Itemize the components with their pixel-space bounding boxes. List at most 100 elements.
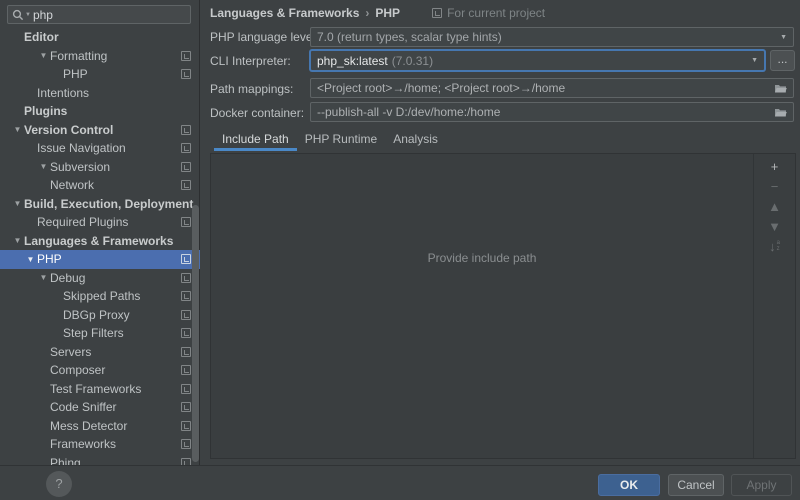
- expand-arrow-icon[interactable]: ▼: [37, 273, 50, 282]
- sidebar-item-label: Step Filters: [63, 326, 124, 340]
- sidebar-item-label: Phing: [50, 456, 81, 465]
- sidebar-item-network[interactable]: Network: [0, 176, 200, 195]
- sidebar-item-servers[interactable]: Servers: [0, 343, 200, 362]
- sidebar-item-label: DBGp Proxy: [63, 308, 130, 322]
- docker-container-value: --publish-all -v D:/dev/home:/home: [317, 105, 500, 119]
- expand-arrow-icon[interactable]: ▼: [37, 51, 50, 60]
- cli-interpreter-browse-button[interactable]: ...: [770, 50, 795, 71]
- sidebar-item-dbgp-proxy[interactable]: DBGp Proxy: [0, 306, 200, 325]
- sidebar-scrollbar-thumb[interactable]: [192, 205, 199, 462]
- expand-arrow-icon[interactable]: ▼: [24, 255, 37, 264]
- sidebar-item-label: Mess Detector: [50, 419, 127, 433]
- project-setting-icon: [181, 328, 191, 338]
- cli-interpreter-combobox[interactable]: php_sk:latest (7.0.31) ▼: [310, 50, 765, 71]
- sidebar-item-step-filters[interactable]: Step Filters: [0, 324, 200, 343]
- sidebar-item-intentions[interactable]: Intentions: [0, 84, 200, 103]
- project-setting-icon: [181, 439, 191, 449]
- include-path-panel: Provide include path +−▲▼↓az: [210, 153, 796, 459]
- sidebar-item-languages-frameworks[interactable]: ▼Languages & Frameworks: [0, 232, 200, 251]
- sidebar-item-issue-navigation[interactable]: Issue Navigation: [0, 139, 200, 158]
- include-path-toolbar: +−▲▼↓az: [753, 154, 795, 458]
- sidebar-item-label: Build, Execution, Deployment: [24, 197, 193, 211]
- docker-container-field[interactable]: --publish-all -v D:/dev/home:/home: [310, 102, 794, 122]
- path-mappings-label: Path mappings:: [210, 82, 293, 96]
- sidebar-item-formatting[interactable]: ▼Formatting: [0, 47, 200, 66]
- apply-button[interactable]: Apply: [731, 474, 792, 496]
- sidebar-item-composer[interactable]: Composer: [0, 361, 200, 380]
- help-button[interactable]: ?: [46, 471, 72, 497]
- sidebar-item-frameworks[interactable]: Frameworks: [0, 435, 200, 454]
- cli-interpreter-value: php_sk:latest: [317, 54, 388, 68]
- language-level-label: PHP language level:: [210, 30, 319, 44]
- project-setting-icon: [181, 402, 191, 412]
- sidebar-item-php[interactable]: PHP: [0, 65, 200, 84]
- breadcrumb-separator: ›: [365, 6, 369, 20]
- sidebar-item-label: Languages & Frameworks: [24, 234, 173, 248]
- tab-php-runtime[interactable]: PHP Runtime: [297, 130, 385, 151]
- sidebar-item-test-frameworks[interactable]: Test Frameworks: [0, 380, 200, 399]
- project-setting-icon: [181, 254, 191, 264]
- project-setting-icon: [181, 347, 191, 357]
- project-setting-icon: [181, 69, 191, 79]
- chevron-down-icon[interactable]: ▼: [780, 34, 787, 41]
- expand-arrow-icon[interactable]: ▼: [11, 199, 24, 208]
- sidebar-item-code-sniffer[interactable]: Code Sniffer: [0, 398, 200, 417]
- sidebar-item-label: Network: [50, 178, 94, 192]
- sidebar-item-mess-detector[interactable]: Mess Detector: [0, 417, 200, 436]
- expand-arrow-icon[interactable]: ▼: [11, 236, 24, 245]
- breadcrumb-php[interactable]: PHP: [375, 6, 400, 20]
- language-level-value: 7.0 (return types, scalar type hints): [317, 30, 502, 44]
- folder-browse-icon[interactable]: [774, 83, 787, 94]
- sidebar-item-phing[interactable]: Phing: [0, 454, 200, 466]
- sidebar-item-version-control[interactable]: ▼Version Control: [0, 121, 200, 140]
- path-mappings-field[interactable]: <Project root>→/home; <Project root>→/ho…: [310, 78, 794, 98]
- folder-browse-icon[interactable]: [774, 107, 787, 118]
- remove-button[interactable]: −: [764, 176, 786, 196]
- project-setting-icon: [181, 365, 191, 375]
- breadcrumb: Languages & Frameworks › PHP For current…: [210, 6, 545, 20]
- cli-interpreter-version: (7.0.31): [392, 54, 433, 68]
- sidebar-item-label: Editor: [24, 30, 59, 44]
- sidebar-item-label: Code Sniffer: [50, 400, 117, 414]
- breadcrumb-languages-frameworks[interactable]: Languages & Frameworks: [210, 6, 359, 20]
- sidebar-item-label: Formatting: [50, 49, 107, 63]
- sidebar-item-label: Version Control: [24, 123, 113, 137]
- dialog-footer: ? OK Cancel Apply: [0, 465, 800, 500]
- project-setting-icon: [181, 143, 191, 153]
- cli-interpreter-label: CLI Interpreter:: [210, 54, 291, 68]
- language-level-combobox[interactable]: 7.0 (return types, scalar type hints) ▼: [310, 27, 794, 47]
- project-setting-icon: [181, 217, 191, 227]
- settings-search-box[interactable]: ▼: [7, 5, 191, 24]
- project-setting-icon: [181, 291, 191, 301]
- sidebar-item-debug[interactable]: ▼Debug: [0, 269, 200, 288]
- settings-search-input[interactable]: [31, 8, 190, 22]
- sidebar-item-editor[interactable]: Editor: [0, 28, 200, 47]
- sidebar-item-label: Subversion: [50, 160, 110, 174]
- sidebar-item-label: Composer: [50, 363, 105, 377]
- docker-container-label: Docker container:: [210, 106, 304, 120]
- tab-analysis[interactable]: Analysis: [385, 130, 446, 151]
- cancel-button[interactable]: Cancel: [668, 474, 724, 496]
- sidebar-item-label: Skipped Paths: [63, 289, 140, 303]
- include-path-list[interactable]: Provide include path: [211, 154, 753, 458]
- expand-arrow-icon[interactable]: ▼: [11, 125, 24, 134]
- sidebar-item-subversion[interactable]: ▼Subversion: [0, 158, 200, 177]
- expand-arrow-icon[interactable]: ▼: [37, 162, 50, 171]
- sidebar-item-php[interactable]: ▼PHP: [0, 250, 200, 269]
- sidebar-item-label: PHP: [63, 67, 88, 81]
- chevron-down-icon[interactable]: ▼: [751, 57, 758, 64]
- ok-button[interactable]: OK: [598, 474, 660, 496]
- sort-alpha-button[interactable]: ↓az: [764, 236, 786, 256]
- sidebar-item-required-plugins[interactable]: Required Plugins: [0, 213, 200, 232]
- search-icon[interactable]: ▼: [12, 9, 31, 21]
- move-up-button[interactable]: ▲: [764, 196, 786, 216]
- tab-include-path[interactable]: Include Path: [214, 130, 297, 151]
- project-setting-icon: [181, 180, 191, 190]
- sidebar-item-build-execution-deployment[interactable]: ▼Build, Execution, Deployment: [0, 195, 200, 214]
- sidebar-item-skipped-paths[interactable]: Skipped Paths: [0, 287, 200, 306]
- current-project-icon: [432, 8, 442, 18]
- sidebar-item-plugins[interactable]: Plugins: [0, 102, 200, 121]
- add-button[interactable]: +: [764, 156, 786, 176]
- move-down-button[interactable]: ▼: [764, 216, 786, 236]
- sidebar-item-label: PHP: [37, 252, 62, 266]
